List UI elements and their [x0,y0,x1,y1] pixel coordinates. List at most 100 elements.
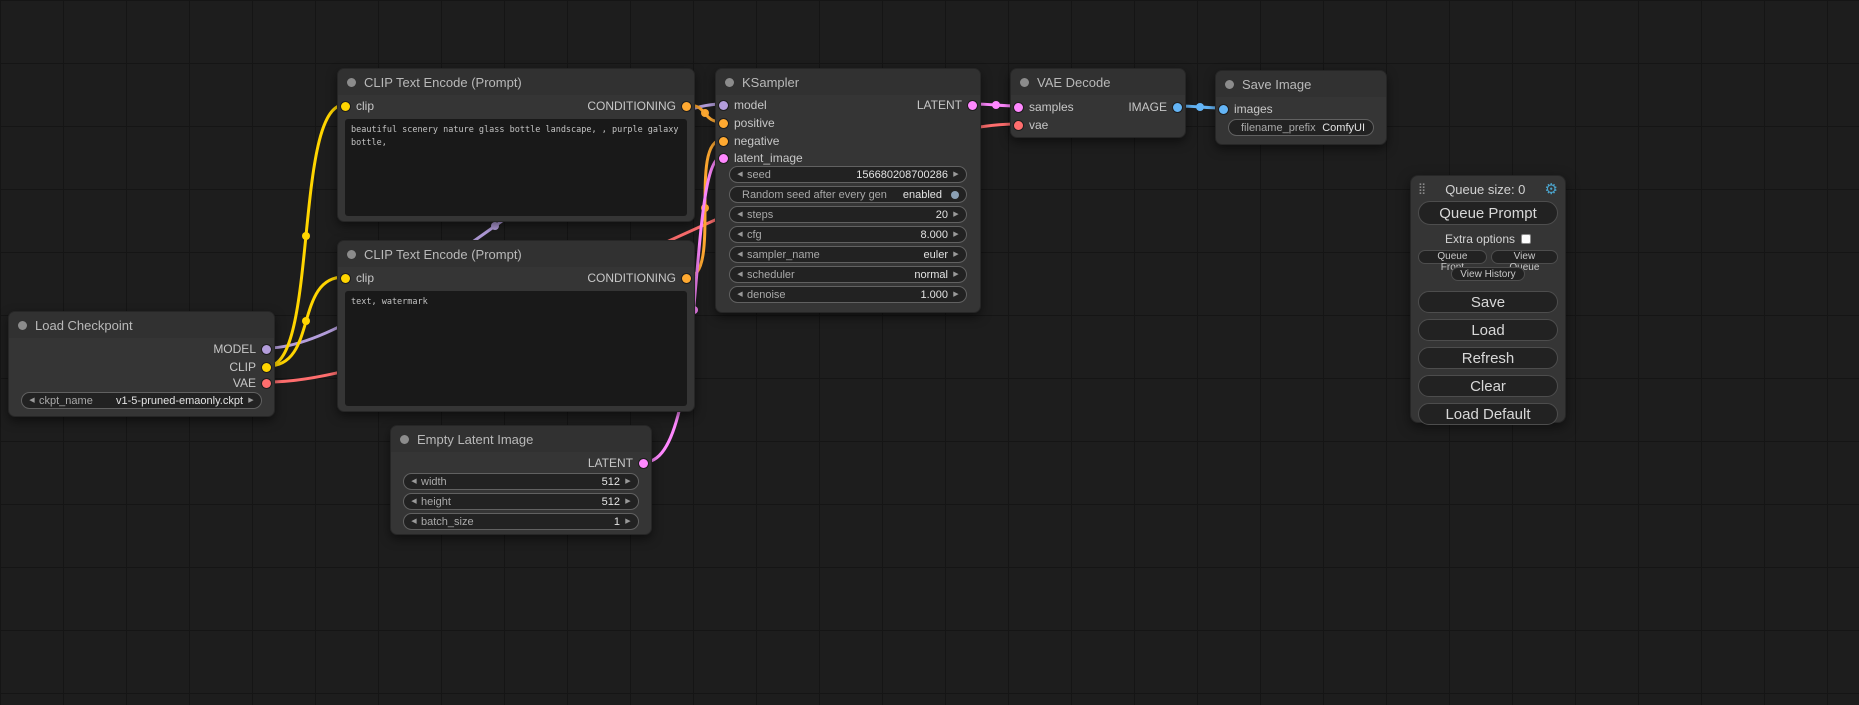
image-port-icon[interactable] [1219,105,1228,114]
increment-arrow-icon[interactable]: ▶ [623,518,633,525]
node-clip-text-encode-positive[interactable]: CLIP Text Encode (Prompt) clip CONDITION… [337,68,695,222]
node-title-bar[interactable]: CLIP Text Encode (Prompt) [338,241,694,267]
negative-prompt-textarea[interactable]: text, watermark [345,291,687,406]
increment-arrow-icon[interactable]: ▶ [951,171,961,178]
refresh-button[interactable]: Refresh [1418,347,1558,369]
increment-arrow-icon[interactable]: ▶ [951,211,961,218]
port-images-in: images [1219,102,1273,116]
model-port-icon[interactable] [719,101,728,110]
node-title-bar[interactable]: VAE Decode [1011,69,1185,95]
widget-scheduler[interactable]: ◀ scheduler normal ▶ [729,266,967,283]
collapse-dot-icon[interactable] [1225,80,1234,89]
conditioning-port-icon[interactable] [682,102,691,111]
decrement-arrow-icon[interactable]: ◀ [409,478,419,485]
widget-sampler-name[interactable]: ◀ sampler_name euler ▶ [729,246,967,263]
latent-port-icon[interactable] [968,101,977,110]
extra-options-label: Extra options [1445,232,1515,246]
port-model-out: MODEL [213,342,271,356]
widget-width[interactable]: ◀ width 512 ▶ [403,473,639,490]
vae-port-icon[interactable] [1014,121,1023,130]
node-title: Empty Latent Image [417,432,533,447]
node-clip-text-encode-negative[interactable]: CLIP Text Encode (Prompt) clip CONDITION… [337,240,695,412]
decrement-arrow-icon[interactable]: ◀ [735,251,745,258]
decrement-arrow-icon[interactable]: ◀ [735,231,745,238]
node-empty-latent-image[interactable]: Empty Latent Image LATENT ◀ width 512 ▶ … [390,425,652,535]
toggle-dot-icon[interactable] [951,191,959,199]
node-title-bar[interactable]: Empty Latent Image [391,426,651,452]
latent-port-icon[interactable] [639,459,648,468]
drag-handle-icon[interactable]: ⣿ [1418,184,1426,195]
decrement-arrow-icon[interactable]: ◀ [735,271,745,278]
port-label: VAE [233,376,256,390]
image-port-icon[interactable] [1173,103,1182,112]
view-history-button[interactable]: View History [1451,267,1524,281]
node-title: VAE Decode [1037,75,1110,90]
queue-panel-header[interactable]: ⣿ Queue size: 0 ⚙ [1418,180,1558,198]
decrement-arrow-icon[interactable]: ◀ [735,291,745,298]
conditioning-port-icon[interactable] [682,274,691,283]
increment-arrow-icon[interactable]: ▶ [951,231,961,238]
node-load-checkpoint[interactable]: Load Checkpoint MODEL CLIP VAE ◀ ckpt_na… [8,311,275,417]
widget-ckpt-name[interactable]: ◀ ckpt_name v1-5-pruned-emaonly.ckpt ▶ [21,392,262,409]
node-title: CLIP Text Encode (Prompt) [364,75,522,90]
latent-port-icon[interactable] [1014,103,1023,112]
port-label: clip [356,271,374,285]
widget-height[interactable]: ◀ height 512 ▶ [403,493,639,510]
collapse-dot-icon[interactable] [400,435,409,444]
decrement-arrow-icon[interactable]: ◀ [735,211,745,218]
increment-arrow-icon[interactable]: ▶ [623,478,633,485]
node-ksampler[interactable]: KSampler model positive negative latent_… [715,68,981,313]
widget-cfg[interactable]: ◀ cfg 8.000 ▶ [729,226,967,243]
port-label: latent_image [734,151,803,165]
widget-seed[interactable]: ◀ seed 156680208700286 ▶ [729,166,967,183]
positive-prompt-textarea[interactable]: beautiful scenery nature glass bottle la… [345,119,687,216]
port-label: clip [356,99,374,113]
conditioning-port-icon[interactable] [719,119,728,128]
settings-gear-icon[interactable]: ⚙ [1545,182,1558,197]
collapse-dot-icon[interactable] [347,250,356,259]
collapse-dot-icon[interactable] [18,321,27,330]
node-title: CLIP Text Encode (Prompt) [364,247,522,262]
node-title-bar[interactable]: KSampler [716,69,980,95]
latent-port-icon[interactable] [719,154,728,163]
port-label: images [1234,102,1273,116]
widget-denoise[interactable]: ◀ denoise 1.000 ▶ [729,286,967,303]
queue-front-button[interactable]: Queue Front [1418,250,1487,264]
port-label: CLIP [229,360,256,374]
increment-arrow-icon[interactable]: ▶ [951,291,961,298]
widget-filename-prefix[interactable]: filename_prefix ComfyUI [1228,119,1374,136]
load-default-button[interactable]: Load Default [1418,403,1558,425]
widget-steps[interactable]: ◀ steps 20 ▶ [729,206,967,223]
model-port-icon[interactable] [262,345,271,354]
decrement-arrow-icon[interactable]: ◀ [735,171,745,178]
increment-arrow-icon[interactable]: ▶ [951,271,961,278]
vae-port-icon[interactable] [262,379,271,388]
node-title-bar[interactable]: Load Checkpoint [9,312,274,338]
queue-prompt-button[interactable]: Queue Prompt [1418,201,1558,225]
clear-button[interactable]: Clear [1418,375,1558,397]
decrement-arrow-icon[interactable]: ◀ [27,397,37,404]
widget-random-seed-toggle[interactable]: Random seed after every gen enabled [729,186,967,203]
widget-batch-size[interactable]: ◀ batch_size 1 ▶ [403,513,639,530]
node-save-image[interactable]: Save Image images filename_prefix ComfyU… [1215,70,1387,145]
collapse-dot-icon[interactable] [347,78,356,87]
clip-port-icon[interactable] [341,102,350,111]
node-title-bar[interactable]: CLIP Text Encode (Prompt) [338,69,694,95]
clip-port-icon[interactable] [341,274,350,283]
extra-options-checkbox[interactable] [1521,234,1531,244]
port-model-in: model [719,98,767,112]
save-button[interactable]: Save [1418,291,1558,313]
clip-port-icon[interactable] [262,363,271,372]
collapse-dot-icon[interactable] [1020,78,1029,87]
decrement-arrow-icon[interactable]: ◀ [409,518,419,525]
node-title-bar[interactable]: Save Image [1216,71,1386,97]
collapse-dot-icon[interactable] [725,78,734,87]
conditioning-port-icon[interactable] [719,137,728,146]
decrement-arrow-icon[interactable]: ◀ [409,498,419,505]
increment-arrow-icon[interactable]: ▶ [951,251,961,258]
view-queue-button[interactable]: View Queue [1491,250,1558,264]
node-vae-decode[interactable]: VAE Decode samples vae IMAGE [1010,68,1186,138]
increment-arrow-icon[interactable]: ▶ [246,397,256,404]
increment-arrow-icon[interactable]: ▶ [623,498,633,505]
load-button[interactable]: Load [1418,319,1558,341]
